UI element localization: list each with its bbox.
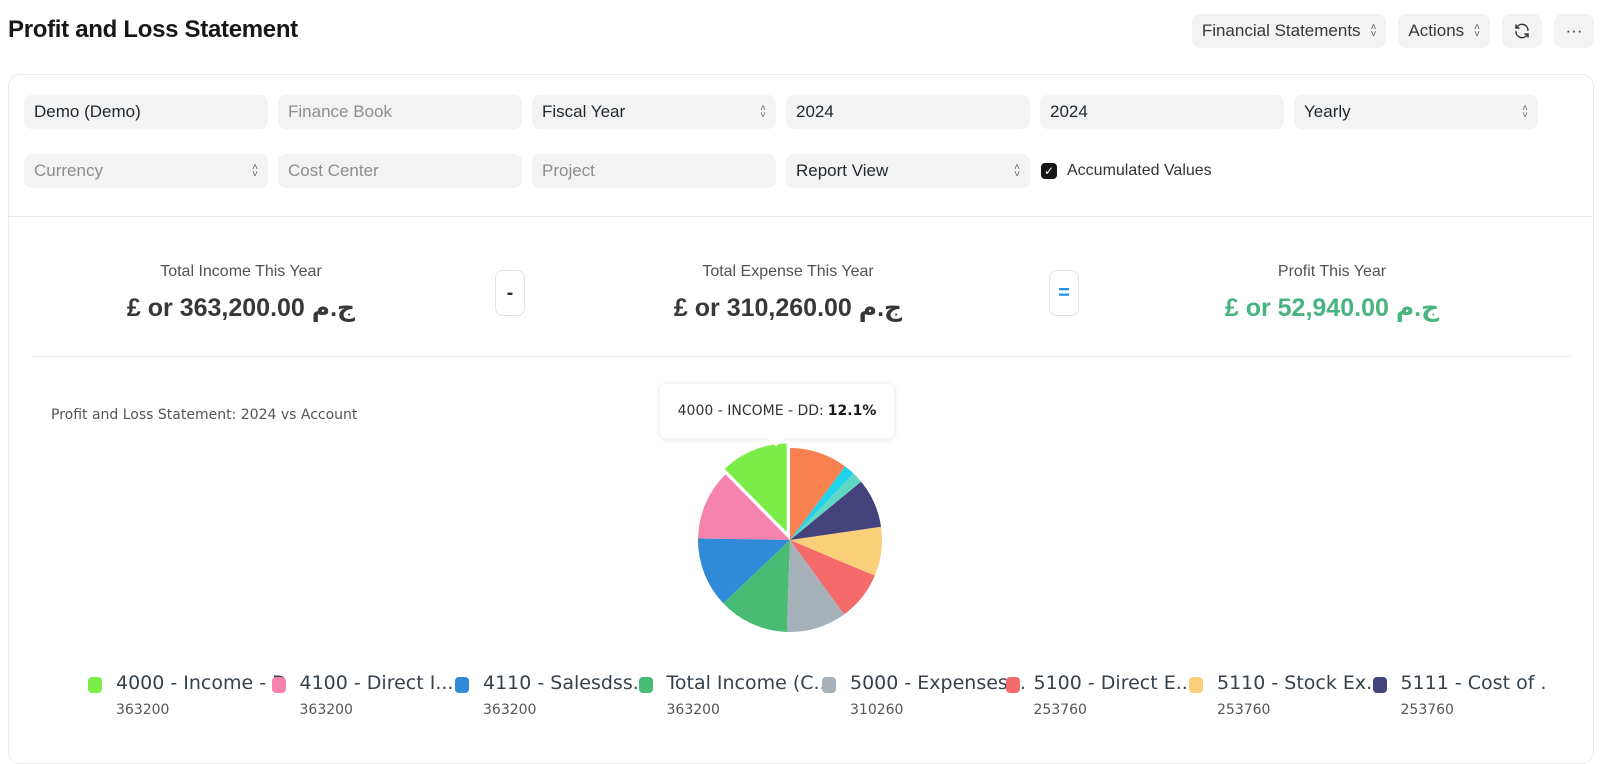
financial-statements-button[interactable]: Financial Statements ˄ ˅	[1191, 14, 1387, 48]
more-horizontal-icon: ···	[1565, 21, 1583, 40]
legend-label: 4000 - Income - D	[116, 672, 287, 694]
more-button[interactable]: ···	[1554, 14, 1594, 48]
to-fiscal-year-value: 2024	[1050, 102, 1088, 121]
summary-cards: Total Income This Year £ or 363,200.00 ج…	[31, 235, 1571, 357]
legend-swatch	[271, 677, 286, 693]
actions-button[interactable]: Actions ˄ ˅	[1398, 14, 1490, 48]
legend-item[interactable]: 4100 - Direct I... 363200	[271, 672, 456, 722]
legend-swatch	[1189, 677, 1203, 693]
legend-swatch	[455, 677, 469, 693]
page-head: Profit and Loss Statement Financial Stat…	[0, 0, 1602, 66]
total-expense-value: £ or 310,260.00 ج.م	[673, 294, 903, 322]
page-title: Profit and Loss Statement	[8, 16, 298, 43]
legend-label: 5100 - Direct E...	[1033, 672, 1194, 694]
from-fiscal-year-field[interactable]: 2024	[786, 95, 1030, 129]
select-arrows-icon: ˄ ˅	[760, 103, 766, 121]
legend-value: 310260	[850, 702, 904, 718]
accumulated-values-label: Accumulated Values	[1067, 162, 1212, 179]
project-placeholder: Project	[542, 161, 595, 180]
legend-value: 253760	[1400, 702, 1454, 718]
legend-label: 5000 - Expenses...	[850, 672, 1026, 694]
legend-value: 363200	[483, 702, 537, 718]
chart-legend: 4000 - Income - D 363200 4100 - Direct I..…	[88, 672, 1558, 722]
legend-item[interactable]: 5100 - Direct E... 253760	[1005, 672, 1194, 722]
select-arrows-icon: ˄ ˅	[1522, 103, 1528, 121]
filters-area: Demo (Demo) Finance Book Fiscal Year ˄ ˅ …	[9, 75, 1593, 217]
accumulated-values-checkbox[interactable]: ✓ Accumulated Values	[1041, 162, 1212, 180]
total-income-value: £ or 363,200.00 ج.م	[126, 294, 356, 322]
total-expense-stat: Total Expense This Year £ or 310,260.00 …	[578, 263, 998, 323]
cost-center-field[interactable]: Cost Center	[278, 154, 522, 188]
legend-swatch	[1005, 677, 1020, 693]
refresh-icon	[1515, 23, 1529, 39]
view-value: Report View	[796, 161, 889, 180]
legend-swatch	[638, 677, 653, 693]
company-field[interactable]: Demo (Demo)	[24, 95, 268, 129]
tooltip-label: 4000 - INCOME - DD:	[677, 403, 824, 419]
profit-value: £ or 52,940.00 ج.م	[1224, 294, 1440, 322]
currency-placeholder: Currency	[34, 161, 103, 180]
legend-value: 363200	[666, 702, 720, 718]
view-select[interactable]: Report View ˄ ˅	[786, 154, 1030, 188]
legend-value: 253760	[1033, 702, 1087, 718]
currency-select[interactable]: Currency ˄ ˅	[24, 154, 268, 188]
refresh-button[interactable]	[1502, 14, 1542, 48]
actions-label: Actions	[1408, 21, 1465, 40]
equals-operator: =	[1049, 270, 1079, 316]
periodicity-select[interactable]: Yearly ˄ ˅	[1294, 95, 1538, 129]
select-arrows-icon: ˄ ˅	[1370, 22, 1377, 40]
legend-label: 5110 - Stock Ex...	[1217, 672, 1385, 694]
legend-value: 363200	[299, 702, 353, 718]
header-actions: Financial Statements ˄ ˅ Actions ˄ ˅ ···	[1191, 14, 1594, 48]
legend-item[interactable]: Total Income (C... 363200	[638, 672, 832, 722]
filter-based-on-select[interactable]: Fiscal Year ˄ ˅	[532, 95, 776, 129]
legend-item[interactable]: 5111 - Cost of . 253760	[1372, 672, 1557, 722]
chart-tooltip: 4000 - INCOME - DD: 12.1%	[660, 384, 894, 438]
legend-swatch	[88, 677, 102, 693]
company-value: Demo (Demo)	[34, 102, 141, 121]
legend-item[interactable]: 4000 - Income - D 363200	[88, 672, 287, 722]
legend-label: 5111 - Cost of .	[1400, 672, 1547, 694]
finance-book-field[interactable]: Finance Book	[278, 95, 522, 129]
total-income-label: Total Income This Year	[160, 263, 322, 280]
cost-center-placeholder: Cost Center	[288, 161, 379, 180]
total-expense-label: Total Expense This Year	[702, 263, 874, 280]
legend-label: 4100 - Direct I...	[299, 672, 454, 694]
select-arrows-icon: ˄ ˅	[252, 162, 258, 180]
periodicity-value: Yearly	[1304, 102, 1351, 121]
legend-value: 253760	[1217, 702, 1271, 718]
pie-chart	[698, 441, 882, 632]
financial-statements-label: Financial Statements	[1201, 21, 1361, 40]
profit-stat: Profit This Year £ or 52,940.00 ج.م	[1122, 263, 1542, 323]
chart-title: Profit and Loss Statement: 2024 vs Accou…	[51, 407, 358, 423]
legend-label: 4110 - Salesdss...	[483, 672, 651, 694]
select-arrows-icon: ˄ ˅	[1474, 22, 1480, 40]
tooltip-value: 12.1%	[827, 403, 877, 419]
legend-label: Total Income (C...	[666, 672, 832, 694]
to-fiscal-year-field[interactable]: 2024	[1040, 95, 1284, 129]
legend-item[interactable]: 5000 - Expenses... 310260	[822, 672, 1026, 722]
legend-value: 363200	[116, 702, 170, 718]
legend-item[interactable]: 5110 - Stock Ex... 253760	[1189, 672, 1384, 722]
finance-book-placeholder: Finance Book	[288, 102, 392, 121]
project-field[interactable]: Project	[532, 154, 776, 188]
profit-label: Profit This Year	[1277, 263, 1387, 280]
select-arrows-icon: ˄ ˅	[1014, 162, 1020, 180]
legend-swatch	[1372, 677, 1387, 693]
minus-operator: -	[495, 270, 525, 316]
total-income-stat: Total Income This Year £ or 363,200.00 ج…	[31, 263, 451, 323]
filter-based-on-value: Fiscal Year	[542, 102, 626, 121]
legend-item[interactable]: 4110 - Salesdss... 363200	[455, 672, 651, 722]
from-fiscal-year-value: 2024	[796, 102, 834, 121]
legend-swatch	[822, 677, 836, 693]
checkbox-checked-icon[interactable]: ✓	[1041, 163, 1057, 179]
